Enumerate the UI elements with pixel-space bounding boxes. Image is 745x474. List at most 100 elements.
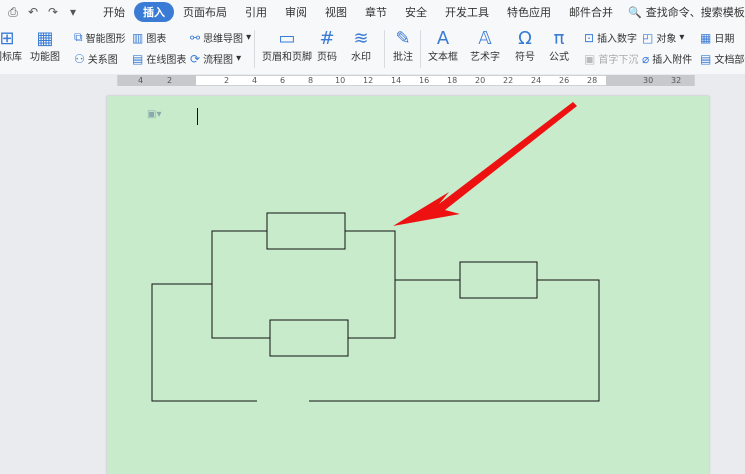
drop-cap-icon: ▣ <box>584 51 596 66</box>
watermark-icon: ≋ <box>353 27 369 49</box>
doc-part-label: 文档部件 <box>714 55 745 66</box>
tab-mail-merge[interactable]: 邮件合并 <box>560 2 622 22</box>
ruler-tick: 16 <box>419 76 430 85</box>
symbol-button[interactable]: Ω 符号 <box>514 27 536 64</box>
watermark-button[interactable]: ≋ 水印 <box>350 27 372 64</box>
object-label: 对象 <box>656 34 677 45</box>
circuit-wire-bottom-right <box>309 279 600 402</box>
omega-icon: Ω <box>518 27 532 49</box>
horizontal-ruler[interactable]: 4 2 2 4 6 8 10 12 14 16 18 20 22 24 26 2… <box>0 74 745 88</box>
icon-library-button[interactable]: ⊞ 图标库 <box>0 28 22 64</box>
chevron-down-icon: ▾ <box>679 32 685 43</box>
smart-shape-label: 智能图形 <box>85 34 126 45</box>
tab-security[interactable]: 安全 <box>396 2 436 22</box>
mindmap-label: 思维导图 <box>203 34 244 45</box>
ruler-left-margin <box>118 75 196 86</box>
object-button[interactable]: ◰ 对象 ▾ <box>642 30 685 46</box>
ruler-tick: 32 <box>671 76 682 85</box>
smart-shape-icon: ⧉ <box>74 30 83 44</box>
online-chart-label: 在线图表 <box>146 55 187 66</box>
doc-part-button[interactable]: ▤ 文档部件 <box>700 51 745 67</box>
formula-button[interactable]: π 公式 <box>548 27 570 64</box>
watermark-label: 水印 <box>351 52 371 63</box>
circuit-diagram <box>151 102 600 402</box>
redo-icon[interactable]: ↷ <box>46 5 60 19</box>
ruler-tick: 26 <box>559 76 570 85</box>
online-chart-button[interactable]: ▤ 在线图表 <box>132 51 187 67</box>
symbol-label: 符号 <box>515 52 535 63</box>
chevron-down-icon: ▾ <box>246 32 252 43</box>
function-chart-label: 功能图 <box>30 52 60 63</box>
insert-number-button[interactable]: ⊡ 插入数字 <box>584 30 638 46</box>
circuit-wire-left <box>151 283 257 402</box>
textbox-label: 文本框 <box>428 52 458 63</box>
chart-button[interactable]: ▥ 图表 <box>132 30 166 46</box>
tab-features[interactable]: 特色应用 <box>498 2 560 22</box>
tab-section[interactable]: 章节 <box>356 2 396 22</box>
art-text-label: 艺术字 <box>470 52 500 63</box>
icon-library-label: 图标库 <box>0 52 22 63</box>
ruler-tick: 6 <box>280 76 286 85</box>
quick-access: ⎙ ↶ ↷ ▾ <box>6 5 80 20</box>
first-drop-label: 首字下沉 <box>598 55 639 66</box>
paperclip-icon: ⌀ <box>642 51 650 66</box>
command-search[interactable]: 🔍 查找命令、搜索模板 <box>628 4 745 20</box>
object-icon: ◰ <box>642 30 654 45</box>
ruler-tick: 2 <box>224 76 230 85</box>
tab-insert[interactable]: 插入 <box>134 2 174 22</box>
insert-attachment-button[interactable]: ⌀ 插入附件 <box>642 51 692 67</box>
comment-button[interactable]: ✎ 批注 <box>392 27 414 64</box>
art-text-button[interactable]: 𝔸 艺术字 <box>470 28 500 64</box>
smart-shape-button[interactable]: ⧉ 智能图形 <box>74 30 126 45</box>
flowchart-label: 流程图 <box>203 55 234 66</box>
first-drop-button[interactable]: ▣ 首字下沉 <box>584 51 639 67</box>
ruler-tick: 28 <box>587 76 598 85</box>
header-footer-icon: ▭ <box>278 27 296 49</box>
formula-label: 公式 <box>549 52 569 63</box>
insert-number-label: 插入数字 <box>597 34 638 45</box>
tab-references[interactable]: 引用 <box>236 2 276 22</box>
textbox-icon: A <box>436 27 450 49</box>
page-number-label: 页码 <box>317 52 337 63</box>
textbox-button[interactable]: A 文本框 <box>428 27 458 64</box>
mindmap-button[interactable]: ⚯ 思维导图 ▾ <box>190 30 252 46</box>
ribbon-divider <box>420 30 421 68</box>
ruler-tick: 24 <box>531 76 542 85</box>
ribbon-tabs: 开始 插入 页面布局 引用 审阅 视图 章节 安全 开发工具 特色应用 邮件合并 <box>94 2 622 22</box>
resistor-bottom <box>269 319 349 357</box>
search-icon: 🔍 <box>628 5 642 19</box>
tab-developer[interactable]: 开发工具 <box>436 2 498 22</box>
pi-icon: π <box>553 27 565 49</box>
calendar-icon: ▦ <box>700 30 712 45</box>
circuit-wire-parallel <box>211 230 396 339</box>
ruler-tick: 22 <box>503 76 514 85</box>
mindmap-icon: ⚯ <box>190 30 201 45</box>
customize-dropdown-icon[interactable]: ▾ <box>66 5 80 19</box>
document-workspace: ▣▾ <box>0 88 745 474</box>
chevron-down-icon: ▾ <box>236 53 242 64</box>
page-number-button[interactable]: # 页码 <box>316 28 338 64</box>
relation-icon: ⚇ <box>74 51 85 66</box>
undo-icon[interactable]: ↶ <box>26 5 40 19</box>
tab-review[interactable]: 审阅 <box>276 2 316 22</box>
ruler-tick: 8 <box>308 76 314 85</box>
header-footer-label: 页眉和页脚 <box>262 52 312 63</box>
bar-chart-icon: ▥ <box>132 30 144 45</box>
document-page[interactable]: ▣▾ <box>107 96 709 474</box>
tab-page-layout[interactable]: 页面布局 <box>174 2 236 22</box>
flowchart-icon: ⟳ <box>190 51 201 66</box>
comment-label: 批注 <box>393 52 413 63</box>
print-preview-icon[interactable]: ⎙ <box>6 5 20 19</box>
relation-chart-button[interactable]: ⚇ 关系图 <box>74 51 118 67</box>
ruler-tick: 12 <box>363 76 374 85</box>
flowchart-button[interactable]: ⟳ 流程图 ▾ <box>190 51 242 67</box>
tab-view[interactable]: 视图 <box>316 2 356 22</box>
ruler-tick: 14 <box>391 76 402 85</box>
function-chart-button[interactable]: ▦ 功能图 <box>30 28 60 64</box>
ribbon-insert: ⊞ 图标库 ▦ 功能图 ⧉ 智能图形 ▥ 图表 ⚯ 思维导图 ▾ ⚇ 关系图 ▤… <box>0 24 745 75</box>
header-footer-button[interactable]: ▭ 页眉和页脚 <box>262 27 312 64</box>
tab-home[interactable]: 开始 <box>94 2 134 22</box>
ruler-tick: 2 <box>167 76 173 85</box>
comment-icon: ✎ <box>395 27 411 49</box>
date-button[interactable]: ▦ 日期 <box>700 30 734 46</box>
